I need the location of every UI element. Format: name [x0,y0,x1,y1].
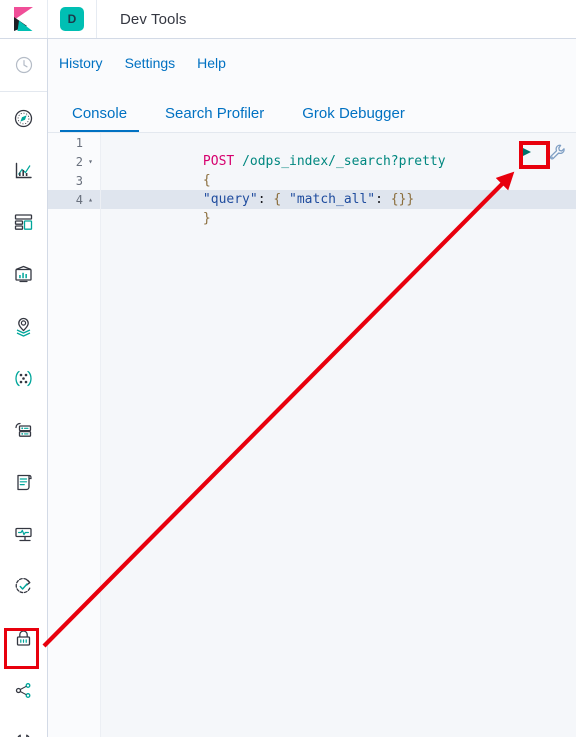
sidebar-item-apm[interactable] [0,508,47,560]
apm-monitor-icon [15,527,32,541]
sidebar-item-recently-viewed[interactable] [0,39,47,91]
menu-item-settings[interactable]: Settings [125,56,176,70]
page-title: Dev Tools [120,10,187,28]
logs-scroll-icon [17,474,32,490]
sidebar-item-dev-tools[interactable] [0,716,47,737]
tab-search-profiler[interactable]: Search Profiler [153,106,276,132]
gutter-line-number: 1 [75,135,83,150]
gutter-line: 2 ▾ [48,152,100,171]
code-token-key: "match_all" [289,192,376,207]
tab-console[interactable]: Console [60,106,140,132]
fold-toggle-icon[interactable]: ▾ [85,157,96,166]
editor-actions [513,141,568,163]
graph-nodes-icon [15,682,31,698]
machine-learning-nodes-icon [15,370,32,386]
fold-toggle-icon[interactable]: ▴ [85,195,96,204]
main-content: History Settings Help Console Search Pro… [48,39,576,737]
wrench-icon [549,144,565,159]
dev-tools-tabs: Console Search Profiler Grok Debugger [48,87,576,132]
sidebar-item-infrastructure[interactable] [0,404,47,456]
send-request-button[interactable] [513,142,537,163]
code-token-brace: {}} [390,192,415,207]
space-badge: D [60,7,84,31]
top-header: D Dev Tools [0,0,576,39]
gutter-line-number: 3 [75,173,83,188]
space-selector-button[interactable]: D [48,0,97,38]
clock-icon [15,56,32,74]
dashboard-grid-icon [14,213,33,230]
code-token-url: /odps_index/_search?pretty [242,154,446,169]
sidebar-item-logs[interactable] [0,456,47,508]
request-editor[interactable]: 1 2 ▾ 3 4 ▴ POST /odps_index/_search?pre… [48,133,576,737]
code-token-method: POST [202,154,235,169]
editor-gutter: 1 2 ▾ 3 4 ▴ [48,133,101,737]
gutter-line: 1 [48,133,100,152]
wrench-icon [17,734,30,737]
tab-grok-debugger[interactable]: Grok Debugger [290,106,417,132]
request-options-button[interactable] [546,141,568,163]
sidebar-item-canvas[interactable] [0,248,47,300]
uptime-refresh-icon [15,577,31,593]
infrastructure-server-icon [15,422,32,437]
console-panel: 1 2 ▾ 3 4 ▴ POST /odps_index/_search?pre… [48,132,576,737]
primary-navigation-rail [0,39,48,737]
map-pin-layers-icon [16,317,31,337]
gutter-line-number: 4 [75,192,83,207]
compass-icon [14,109,33,127]
console-menu-bar: History Settings Help [48,39,576,87]
gutter-line: 4 ▴ [48,190,100,209]
kibana-logo-button[interactable] [0,0,48,38]
sidebar-item-maps[interactable] [0,300,47,352]
code-token-colon: : [375,192,391,207]
code-token-colon: : [257,192,274,207]
gutter-line-number: 2 [75,154,83,169]
sidebar-item-dashboard[interactable] [0,196,47,248]
editor-code-area[interactable]: POST /odps_index/_search?pretty { "query… [101,133,576,737]
sidebar-item-siem[interactable] [0,612,47,664]
gutter-line: 3 [48,171,100,190]
code-token-brace: { [202,173,211,188]
sidebar-item-machine-learning[interactable] [0,352,47,404]
sidebar-item-discover[interactable] [0,92,47,144]
code-token-key: "query" [202,192,258,207]
sidebar-item-uptime[interactable] [0,560,47,612]
sidebar-item-visualize[interactable] [0,144,47,196]
code-line: POST /odps_index/_search?pretty [101,133,576,169]
menu-item-history[interactable]: History [59,56,103,70]
kibana-dev-tools-window: D Dev Tools History Settings Help Consol… [0,0,576,737]
canvas-presentation-icon [15,265,32,282]
kibana-logo-icon [13,7,33,31]
code-token-brace: } [202,211,211,226]
play-triangle-icon [519,146,531,158]
sidebar-item-graph[interactable] [0,664,47,716]
visualize-bar-icon [15,162,32,178]
lock-icon [16,629,31,646]
menu-item-help[interactable]: Help [197,56,226,70]
